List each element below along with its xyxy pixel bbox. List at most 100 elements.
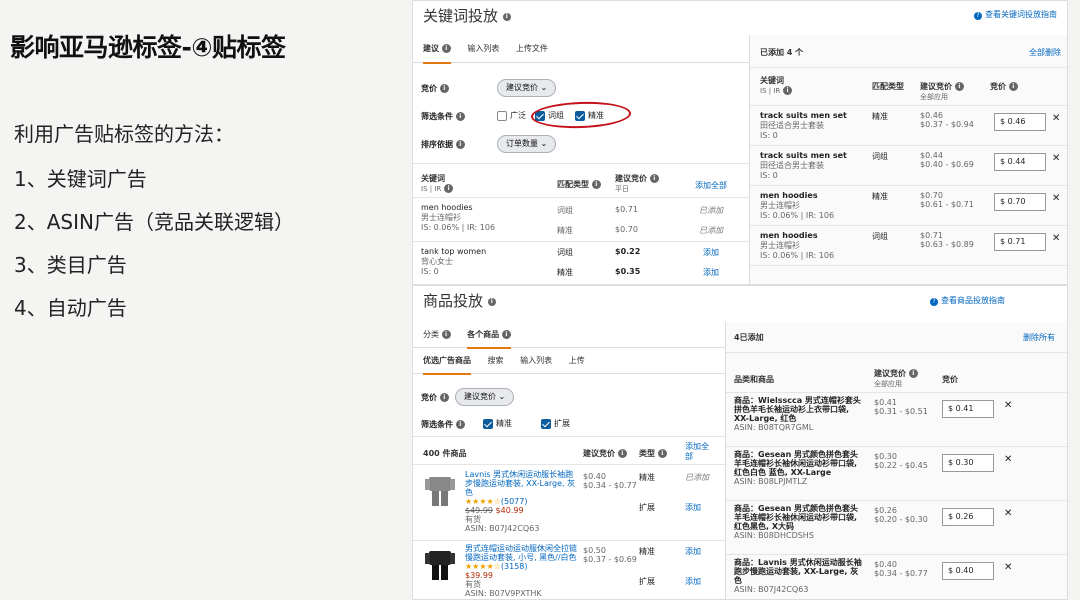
bid-input[interactable]: $ 0.40 [942, 562, 994, 580]
tab-category[interactable]: 分类 i [423, 322, 451, 348]
suggested-bid: $0.41 $0.31 - $0.51 [874, 398, 928, 416]
header-text: 匹配类型 [557, 180, 589, 189]
add-link[interactable]: 添加 [703, 247, 719, 258]
col-keyword: 关键词 IS | IR i [421, 173, 454, 193]
label-text: 排序依据 [421, 140, 453, 149]
review-count: (5077) [500, 497, 528, 506]
bid-value: $0.70 [920, 191, 943, 200]
suggested-bid: $0.30 $0.22 - $0.45 [874, 452, 928, 470]
bid-range: $0.63 - $0.89 [920, 240, 974, 249]
bid-input[interactable]: $ 0.46 [994, 113, 1046, 131]
filter-label-text: 精准 [496, 419, 512, 428]
asin: ASIN: B08DHCDSHS [734, 531, 814, 540]
chevron-down-icon: ⌄ [540, 83, 548, 92]
filter-broad[interactable]: 广泛 [497, 110, 526, 121]
product-guide-link[interactable]: ? 查看商品投放指南 [930, 295, 1005, 306]
checkbox-checked-icon[interactable] [483, 418, 493, 429]
method-item: 2、ASIN广告（竞品关联逻辑） [14, 210, 294, 234]
help-icon: ? [930, 298, 938, 306]
header-text: 匹配类型 [872, 82, 904, 91]
product-image [423, 548, 457, 582]
product-subtabs: 优选广告商品 搜索 输入列表 上传 [413, 348, 725, 375]
info-icon: i [441, 330, 451, 339]
bid-value: $0.71 [920, 231, 943, 240]
subtab-search[interactable]: 搜索 [488, 348, 504, 374]
target-type: 扩展 [639, 503, 655, 512]
add-action[interactable]: 添加 [685, 576, 701, 587]
bid-input[interactable]: $ 0.30 [942, 454, 994, 472]
keyword-translation: 男士连帽衫 [421, 213, 461, 222]
bid-value: $0.40 [583, 472, 606, 481]
method-item: 3、类目广告 [14, 253, 127, 277]
delete-all-link[interactable]: 全部删除 [1029, 47, 1061, 58]
keyword-text: men hoodies [760, 231, 818, 240]
delete-all-link[interactable]: 删除所有 [1023, 332, 1055, 343]
remove-icon[interactable]: ✕ [1052, 113, 1060, 124]
bid-dropdown[interactable]: 建议竞价 ⌄ [455, 388, 515, 406]
keyword-text: men hoodies [760, 191, 818, 200]
keyword-text: tank top women [421, 247, 487, 256]
product-title[interactable]: Lavnis 男式休闲运动服长袖跑步慢跑运动套装, XX-Large, 灰色 [465, 470, 577, 497]
col-product: 品类和商品 [734, 375, 774, 384]
tab-upload-file[interactable]: 上传文件 [516, 35, 548, 63]
dropdown-value: 订单数量 [506, 139, 538, 148]
bid-input[interactable]: $ 0.44 [994, 153, 1046, 171]
product-tabs: 分类 i 各个商品 i [413, 322, 725, 349]
product-targeting-panel: 商品投放 i ? 查看商品投放指南 分类 i 各个商品 i 优选广告商品 搜索 输… [412, 285, 1068, 600]
add-action[interactable]: 添加 [685, 502, 701, 513]
add-link[interactable]: 添加 [703, 267, 719, 278]
add-all-link[interactable]: 添加全部 [695, 180, 727, 191]
guide-text: 查看商品投放指南 [941, 296, 1005, 305]
match-type: 精准 [872, 192, 888, 201]
remove-icon[interactable]: ✕ [1052, 233, 1060, 244]
add-all-link[interactable]: 添加全部 [685, 442, 711, 462]
add-action[interactable]: 添加 [685, 546, 701, 557]
info-icon: i [501, 330, 511, 339]
sort-dropdown[interactable]: 订单数量 ⌄ [497, 135, 557, 153]
bid-value: $0.70 [615, 225, 638, 234]
col-keyword: 关键词 IS | IR i [760, 75, 793, 95]
label-text: 筛选条件 [421, 420, 453, 429]
remove-icon[interactable]: ✕ [1004, 400, 1012, 411]
stock-status: 有货 [465, 580, 481, 589]
info-icon: i [487, 297, 496, 306]
filter-exact[interactable]: 精准 [483, 418, 512, 429]
header-text: 竞价 [990, 82, 1006, 91]
asin: ASIN: B08LPJMTLZ [734, 477, 808, 486]
checkbox-icon[interactable] [497, 110, 507, 121]
keyword-stats: IS: 0 [760, 171, 778, 180]
remove-icon[interactable]: ✕ [1004, 562, 1012, 573]
bid-dropdown[interactable]: 建议竞价 ⌄ [497, 79, 557, 97]
subtab-enter-list[interactable]: 输入列表 [520, 348, 552, 374]
remove-icon[interactable]: ✕ [1004, 454, 1012, 465]
col-suggested-bid: 建议竞价 i 全部应用 [874, 368, 918, 389]
remove-icon[interactable]: ✕ [1004, 508, 1012, 519]
remove-icon[interactable]: ✕ [1052, 153, 1060, 164]
remove-icon[interactable]: ✕ [1052, 193, 1060, 204]
added-count: 已添加 4 个 [760, 48, 804, 57]
tab-enter-list[interactable]: 输入列表 [467, 35, 499, 63]
add-action[interactable]: 已添加 [685, 472, 709, 483]
keyword-guide-link[interactable]: ? 查看关键词投放指南 [974, 9, 1057, 20]
header-sub: IS | IR [421, 185, 442, 193]
col-match-type: 匹配类型 i [557, 179, 601, 190]
suggested-bid: $0.50 $0.37 - $0.69 [583, 546, 637, 564]
tab-individual-products[interactable]: 各个商品 i [467, 323, 511, 349]
filter-expanded[interactable]: 扩展 [541, 418, 570, 429]
info-icon: i [439, 393, 449, 402]
bid-input[interactable]: $ 0.70 [994, 193, 1046, 211]
bid-value: $0.44 [920, 151, 943, 160]
bid-value: $0.40 [874, 560, 897, 569]
checkbox-checked-icon[interactable] [541, 418, 551, 429]
bid-input[interactable]: $ 0.41 [942, 400, 994, 418]
bid-input[interactable]: $ 0.71 [994, 233, 1046, 251]
bid-range: $0.37 - $0.69 [583, 555, 637, 564]
bid-input[interactable]: $ 0.26 [942, 508, 994, 526]
header-sub: 平日 [615, 185, 629, 193]
subtab-upload[interactable]: 上传 [569, 348, 585, 374]
subtab-suggested[interactable]: 优选广告商品 [423, 349, 471, 375]
tab-suggested[interactable]: 建议 i [423, 36, 451, 64]
match-type: 精准 [872, 112, 888, 121]
info-icon: i [1008, 82, 1018, 91]
product-title[interactable]: 男式连帽运动运动服休闲全拉链慢跑运动套装, 小号, 黑色//白色 [465, 544, 577, 562]
